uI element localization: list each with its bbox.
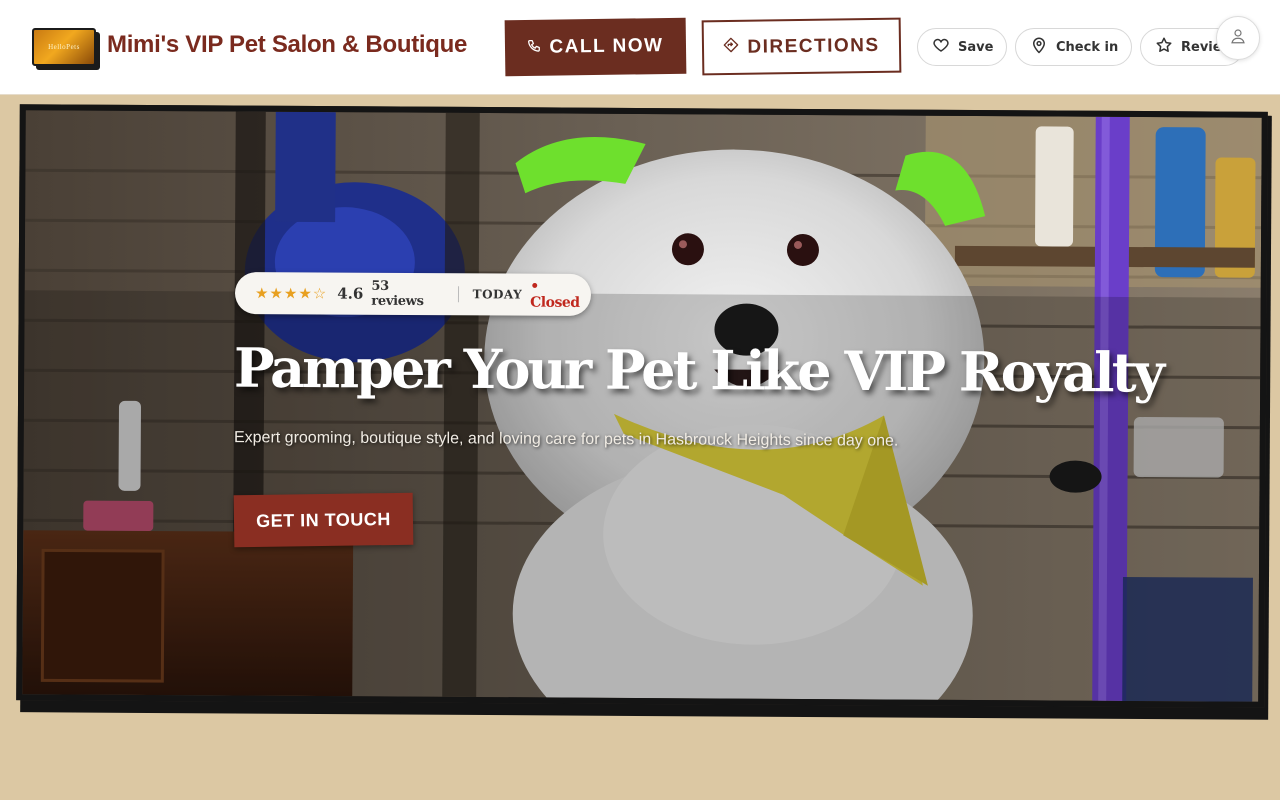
- logo-text: HelloPets: [48, 43, 80, 51]
- call-now-label: CALL NOW: [549, 35, 664, 58]
- directions-icon: [723, 36, 739, 58]
- rating-stars: ★★★★☆: [254, 284, 328, 303]
- user-icon: [1229, 27, 1247, 49]
- heart-icon: [932, 36, 950, 58]
- hours-day-label: TODAY: [472, 287, 523, 302]
- directions-label: DIRECTIONS: [747, 34, 880, 58]
- map-pin-icon: [1030, 36, 1048, 58]
- rating-value: 4.6: [337, 284, 364, 303]
- site-title[interactable]: Mimi's VIP Pet Salon & Boutique: [107, 31, 467, 59]
- hero-section: [16, 104, 1268, 708]
- site-header: HelloPets Mimi's VIP Pet Salon & Boutiqu…: [0, 0, 1280, 95]
- rating-badge[interactable]: ★★★★☆ 4.6 53 reviews TODAY • Closed: [234, 272, 592, 316]
- directions-button[interactable]: DIRECTIONS: [701, 17, 902, 76]
- rating-divider: [457, 286, 459, 303]
- get-in-touch-button[interactable]: GET IN TOUCH: [233, 492, 414, 548]
- save-button[interactable]: Save: [917, 28, 1007, 66]
- call-now-button[interactable]: CALL NOW: [504, 17, 687, 77]
- get-in-touch-label: GET IN TOUCH: [256, 508, 391, 531]
- check-in-button[interactable]: Check in: [1015, 28, 1132, 66]
- hero-subtitle: Expert grooming, boutique style, and lov…: [233, 429, 899, 450]
- hero-title: Pamper Your Pet Like VIP Royalty: [233, 335, 1163, 405]
- site-logo[interactable]: HelloPets: [32, 28, 100, 70]
- phone-icon: [527, 37, 541, 59]
- account-button[interactable]: [1216, 16, 1260, 60]
- check-in-label: Check in: [1056, 39, 1119, 55]
- star-icon: [1155, 36, 1173, 58]
- open-status: • Closed: [530, 278, 580, 311]
- logo-card: HelloPets: [32, 28, 96, 66]
- save-label: Save: [958, 39, 994, 55]
- reviews-count[interactable]: 53 reviews: [371, 279, 443, 309]
